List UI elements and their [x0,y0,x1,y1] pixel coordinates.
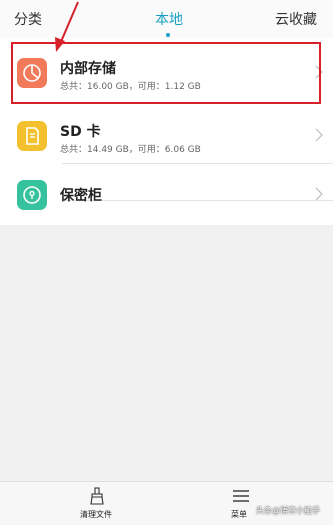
bottom-toolbar: 清理文件 菜单 [0,481,333,525]
menu-label: 菜单 [231,510,247,519]
menu-button[interactable]: 菜单 [229,487,253,525]
clean-files-button[interactable]: 清理文件 [77,487,117,525]
watermark: 头条@悟空小能手 [256,506,320,515]
broom-icon [90,487,104,505]
menu-icon [233,490,249,502]
clean-files-label: 清理文件 [80,510,112,519]
annotation-arrow-icon [55,1,79,52]
